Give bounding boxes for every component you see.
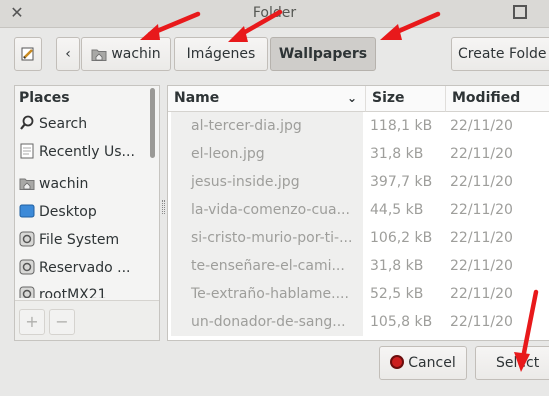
cancel-button[interactable]: Cancel (379, 346, 467, 380)
desktop-icon (19, 204, 35, 218)
sidebar-item-desktop[interactable]: Desktop (19, 201, 97, 223)
edit-location-button[interactable] (14, 37, 42, 71)
pane-resize-handle[interactable] (162, 200, 165, 214)
places-footer: + − (15, 300, 159, 340)
sidebar-scrollbar[interactable] (150, 88, 155, 158)
path-segment-label: Wallpapers (278, 46, 368, 62)
file-name: si-cristo-murio-por-ti-... (171, 224, 363, 252)
chevron-down-icon: ⌄ (346, 91, 357, 105)
file-name: al-tercer-dia.jpg (171, 112, 363, 140)
column-header-modified[interactable]: Modified (446, 86, 549, 112)
sidebar-item-rootmx21[interactable]: rootMX21 (19, 284, 107, 298)
column-label: Name (174, 90, 220, 106)
add-place-button[interactable]: + (19, 309, 45, 335)
remove-place-button[interactable]: − (49, 309, 75, 335)
file-size: 44,5 kB (370, 202, 424, 218)
file-modified: 22/11/20 (450, 286, 513, 302)
pencil-icon (21, 47, 34, 61)
cancel-label: Cancel (408, 355, 456, 371)
create-folder-label: Create Folde (458, 46, 547, 62)
maximize-icon[interactable] (513, 5, 527, 19)
file-name: jesus-inside.jpg (171, 168, 363, 196)
file-name: un-donador-de-sang... (171, 308, 363, 336)
file-row[interactable]: al-tercer-dia.jpg 118,1 kB 22/11/20 (168, 112, 549, 140)
path-segment-home[interactable]: wachin (81, 37, 171, 71)
file-modified: 22/11/20 (450, 202, 513, 218)
sidebar-item-label: Reservado ... (39, 260, 131, 276)
file-size: 31,8 kB (370, 258, 424, 274)
sidebar-item-search[interactable]: Search (19, 113, 87, 135)
file-size: 397,7 kB (370, 174, 433, 190)
select-label: Select (496, 355, 540, 371)
sidebar-item-label: File System (39, 232, 120, 248)
file-list: Name ⌄ Size Modified al-tercer-dia.jpg 1… (167, 85, 549, 341)
sidebar-item-wachin[interactable]: wachin (19, 173, 88, 195)
places-header: Places (19, 90, 70, 106)
sidebar-item-label: Search (39, 116, 88, 132)
file-row[interactable]: el-leon.jpg 31,8 kB 22/11/20 (168, 140, 549, 168)
sidebar-item-recent[interactable]: Recently Us... (19, 141, 135, 163)
file-row[interactable]: un-donador-de-sang... 105,8 kB 22/11/20 (168, 308, 549, 336)
file-size: 31,8 kB (370, 146, 424, 162)
search-icon (20, 115, 34, 130)
column-label: Modified (452, 90, 521, 106)
create-folder-button[interactable]: Create Folde (451, 37, 549, 71)
sidebar-item-label: rootMX21 (39, 287, 107, 298)
file-size: 105,8 kB (370, 314, 433, 330)
file-name: la-vida-comenzo-cua... (171, 196, 363, 224)
file-row[interactable]: jesus-inside.jpg 397,7 kB 22/11/20 (168, 168, 549, 196)
path-segment-label: wachin (111, 46, 161, 62)
drive-icon (19, 286, 35, 298)
sidebar-item-label: wachin (39, 176, 89, 192)
chevron-left-icon: ‹ (65, 46, 71, 62)
column-header-size[interactable]: Size (366, 86, 446, 112)
sidebar-item-label: Recently Us... (39, 144, 135, 160)
file-name: te-enseñare-el-cami... (171, 252, 363, 280)
path-segment-wallpapers[interactable]: Wallpapers (270, 37, 376, 71)
places-sidebar: Places Search Recently Us... wachin Desk… (14, 85, 160, 341)
path-segment-label: Imágenes (186, 46, 256, 62)
path-segment-imagenes[interactable]: Imágenes (174, 37, 268, 71)
select-button[interactable]: Select (475, 346, 549, 380)
file-row[interactable]: la-vida-comenzo-cua... 44,5 kB 22/11/20 (168, 196, 549, 224)
file-row[interactable]: te-enseñare-el-cami... 31,8 kB 22/11/20 (168, 252, 549, 280)
sidebar-item-label: Desktop (39, 204, 97, 220)
home-folder-icon (91, 49, 107, 61)
file-size: 106,2 kB (370, 230, 433, 246)
sidebar-item-reservado[interactable]: Reservado ... (19, 257, 131, 279)
sidebar-item-filesystem[interactable]: File System (19, 229, 119, 251)
file-modified: 22/11/20 (450, 174, 513, 190)
path-back-button[interactable]: ‹ (56, 37, 80, 71)
column-header-name[interactable]: Name ⌄ (168, 86, 366, 112)
title-bar: ✕ Folder (0, 0, 549, 28)
file-size: 52,5 kB (370, 286, 424, 302)
file-name: Te-extraño-hablame.... (171, 280, 363, 308)
file-modified: 22/11/20 (450, 314, 513, 330)
home-folder-icon (19, 178, 35, 190)
file-modified: 22/11/20 (450, 258, 513, 274)
file-modified: 22/11/20 (450, 118, 513, 134)
column-label: Size (372, 90, 405, 106)
drive-icon (19, 231, 35, 247)
file-size: 118,1 kB (370, 118, 433, 134)
drive-icon (19, 259, 35, 275)
file-modified: 22/11/20 (450, 230, 513, 246)
recent-icon (20, 143, 34, 159)
file-row[interactable]: si-cristo-murio-por-ti-... 106,2 kB 22/1… (168, 224, 549, 252)
file-modified: 22/11/20 (450, 146, 513, 162)
cancel-icon (390, 355, 405, 369)
file-row[interactable]: Te-extraño-hablame.... 52,5 kB 22/11/20 (168, 280, 549, 308)
window-title: Folder (252, 5, 297, 21)
file-name: el-leon.jpg (171, 140, 363, 168)
